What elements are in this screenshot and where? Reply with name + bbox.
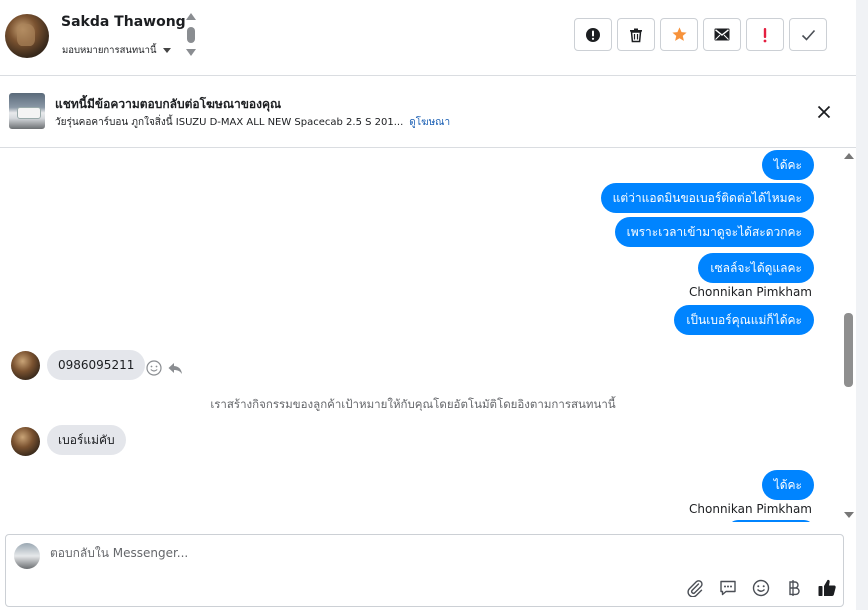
assign-conversation-dropdown[interactable]: มอบหมายการสนทนานี้: [62, 43, 171, 58]
attach-button[interactable]: [684, 577, 705, 598]
arrow-down-icon[interactable]: [186, 49, 196, 56]
conversation-stepper[interactable]: [186, 13, 196, 59]
outgoing-message[interactable]: ได้คะ: [761, 150, 814, 180]
saved-replies-button[interactable]: [717, 577, 738, 598]
saved-reply-icon: [719, 580, 736, 595]
exclamation-circle-icon: [586, 27, 600, 42]
banner-title: แชทนี้มีข้อความตอบกลับต่อโฆษณาของคุณ: [55, 97, 282, 111]
reply-composer: [5, 534, 844, 607]
ad-thumbnail[interactable]: [9, 93, 45, 129]
arrow-up-icon[interactable]: [186, 13, 196, 20]
like-button[interactable]: [816, 577, 837, 598]
outgoing-message[interactable]: แต่ว่าแอดมินขอเบอร์ติดต่อได้ไหมคะ: [600, 183, 814, 213]
emoji-icon: [752, 579, 769, 596]
stepper-thumb[interactable]: [187, 27, 195, 43]
window-edge: [856, 0, 868, 610]
emoji-button[interactable]: [750, 577, 771, 598]
ad-reply-banner: แชทนี้มีข้อความตอบกลับต่อโฆษณาของคุณ วัย…: [0, 77, 856, 148]
check-icon: [801, 29, 815, 41]
sender-name: Chonnikan Pimkham: [689, 502, 812, 516]
contact-name[interactable]: Sakda Thawong: [61, 14, 186, 30]
page-avatar: [14, 543, 40, 569]
outgoing-message[interactable]: ได้คะ: [761, 470, 814, 500]
exclamation-icon: [763, 27, 767, 42]
mark-unread-button[interactable]: [703, 18, 741, 51]
outgoing-message-partial[interactable]: [728, 520, 814, 522]
mark-spam-button[interactable]: [574, 18, 612, 51]
view-ad-link[interactable]: ดูโฆษณา: [409, 117, 450, 128]
payment-button[interactable]: [783, 577, 804, 598]
reply-input[interactable]: [50, 546, 650, 560]
caret-down-icon: [162, 48, 171, 53]
paperclip-icon: [686, 579, 703, 597]
outgoing-message[interactable]: เป็นเบอร์คุณแม่ก็ได้คะ: [674, 305, 814, 335]
sender-name: Chonnikan Pimkham: [689, 285, 812, 299]
system-notice: เราสร้างกิจกรรมของลูกค้าเป้าหมายให้กับคุ…: [210, 397, 616, 411]
outgoing-message[interactable]: เซลล์จะได้ดูแลคะ: [698, 253, 814, 283]
close-icon[interactable]: [815, 103, 833, 121]
baht-icon: [788, 579, 800, 596]
contact-avatar-small: [11, 351, 40, 380]
contact-avatar-small: [11, 427, 40, 456]
conversation-header: Sakda Thawong มอบหมายการสนทนานี้: [0, 0, 856, 76]
conversation-actions: [574, 18, 827, 51]
message-actions: [146, 360, 183, 376]
mark-done-button[interactable]: [789, 18, 827, 51]
emoji-react-icon[interactable]: [146, 360, 162, 376]
incoming-message[interactable]: เบอร์แม่คับ: [47, 425, 126, 455]
follow-up-button[interactable]: [746, 18, 784, 51]
thread-scrollbar[interactable]: [842, 148, 856, 522]
trash-icon: [630, 28, 642, 42]
reply-icon[interactable]: [167, 360, 183, 376]
composer-toolbar: [684, 577, 837, 598]
delete-button[interactable]: [617, 18, 655, 51]
scroll-up-icon[interactable]: [844, 153, 854, 159]
scroll-thumb[interactable]: [844, 313, 853, 387]
envelope-icon: [714, 28, 730, 41]
banner-subtitle: วัยรุ่นคอคาร์บอน ภูกใจสิ่งนี้ ISUZU D-MA…: [55, 115, 450, 130]
scroll-down-icon[interactable]: [844, 512, 854, 518]
incoming-message[interactable]: 0986095211: [47, 350, 146, 380]
contact-avatar[interactable]: [5, 14, 49, 58]
assign-label: มอบหมายการสนทนานี้: [62, 45, 157, 56]
star-button[interactable]: [660, 18, 698, 51]
message-thread[interactable]: ได้คะ แต่ว่าแอดมินขอเบอร์ติดต่อได้ไหมคะ …: [0, 148, 842, 522]
ad-description: วัยรุ่นคอคาร์บอน ภูกใจสิ่งนี้ ISUZU D-MA…: [55, 117, 404, 128]
outgoing-message[interactable]: เพราะเวลาเข้ามาดูจะได้สะดวกคะ: [614, 217, 814, 247]
star-icon: [671, 27, 687, 41]
thumbs-up-icon: [818, 579, 836, 596]
